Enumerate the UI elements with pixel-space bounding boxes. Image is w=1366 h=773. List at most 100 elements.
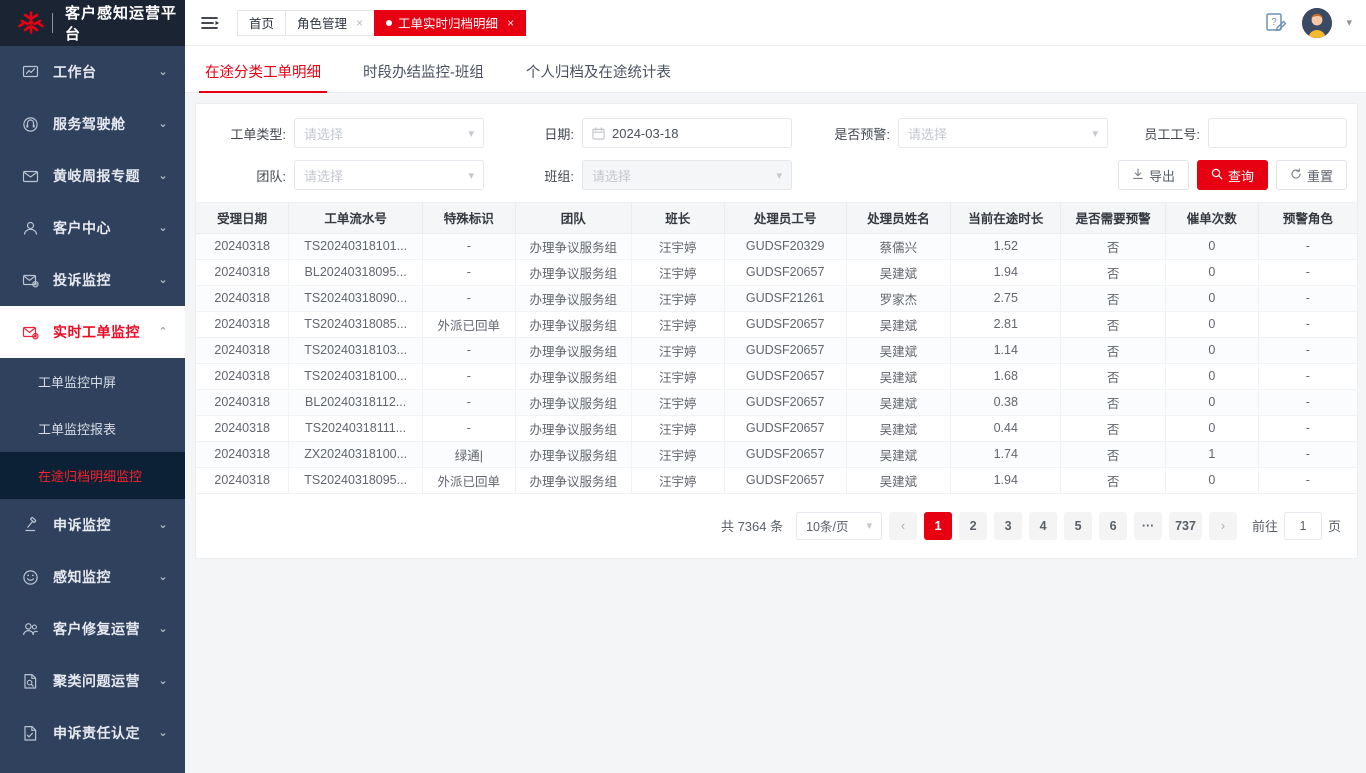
chevron-down-icon: ⌄ bbox=[158, 221, 168, 234]
sidebar-item-2[interactable]: 黄岐周报专题 ⌄ bbox=[0, 150, 185, 202]
date-picker[interactable]: 2024-03-18 bbox=[582, 118, 792, 148]
page-tab-0[interactable]: 在途分类工单明细 bbox=[193, 61, 333, 93]
chevron-down-icon: ⌄ bbox=[158, 65, 168, 78]
page-tab-1[interactable]: 时段办结监控-班组 bbox=[351, 61, 496, 92]
menu-collapse-icon[interactable] bbox=[199, 12, 221, 34]
help-edit-icon[interactable]: ? bbox=[1264, 11, 1288, 35]
table-row[interactable]: 20240318 BL20240318095... - 办理争议服务组 汪宇婷 GUDSF… bbox=[196, 259, 1357, 286]
sidebar-item-3[interactable]: 客户中心 ⌄ bbox=[0, 202, 185, 254]
sidebar-item-10[interactable]: 申诉责任认定 ⌄ bbox=[0, 707, 185, 759]
pagination-page-···[interactable]: ··· bbox=[1134, 511, 1163, 540]
reset-button[interactable]: 重置 bbox=[1275, 160, 1347, 190]
window-tab-0[interactable]: 首页 bbox=[237, 9, 286, 36]
table-cell-1: TS20240318100... bbox=[288, 363, 423, 390]
sidebar-subitem-1[interactable]: 工单监控报表 bbox=[0, 405, 185, 452]
table-row[interactable]: 20240318 TS20240318101... - 办理争议服务组 汪宇婷 GUDSF… bbox=[196, 233, 1357, 260]
table-cell-4: 汪宇婷 bbox=[631, 337, 725, 364]
download-icon bbox=[1132, 167, 1144, 183]
close-icon[interactable]: × bbox=[356, 17, 363, 29]
table-cell-10: - bbox=[1258, 285, 1357, 312]
table-body: 20240318 TS20240318101... - 办理争议服务组 汪宇婷 GUDSF… bbox=[196, 233, 1357, 494]
search-icon bbox=[1211, 168, 1223, 183]
pagination-page-6[interactable]: 6 bbox=[1099, 511, 1128, 540]
table-row[interactable]: 20240318 TS20240318111... - 办理争议服务组 汪宇婷 GUDSF… bbox=[196, 415, 1357, 442]
table-header-cell-3: 团队 bbox=[515, 203, 632, 234]
sidebar-subitem-0[interactable]: 工单监控中屏 bbox=[0, 358, 185, 405]
table-cell-0: 20240318 bbox=[196, 363, 290, 390]
work-order-type-label: 工单类型: bbox=[230, 126, 286, 142]
table-cell-6: 吴建斌 bbox=[846, 311, 952, 338]
table-cell-5: GUDSF20657 bbox=[724, 259, 847, 286]
table-row[interactable]: 20240318 TS20240318100... - 办理争议服务组 汪宇婷 GUDSF… bbox=[196, 363, 1357, 390]
table-cell-3: 办理争议服务组 bbox=[515, 415, 632, 442]
page-size-select[interactable]: 10条/页 ▾ bbox=[796, 511, 883, 540]
sidebar-item-7[interactable]: 感知监控 ⌄ bbox=[0, 551, 185, 603]
pagination-jump: 前往 页 bbox=[1252, 511, 1341, 540]
employee-id-label: 员工工号: bbox=[1144, 126, 1200, 142]
pagination-page-737[interactable]: 737 bbox=[1169, 511, 1202, 540]
table-head: 受理日期 工单流水号 特殊标识 团队 班长 处理员工号 处理员姓名 当前在途时长 是否需要预警催… bbox=[196, 203, 1357, 234]
sidebar-item-5[interactable]: 实时工单监控 ⌃ bbox=[0, 306, 185, 358]
user-avatar[interactable] bbox=[1302, 7, 1333, 38]
table-cell-0: 20240318 bbox=[196, 285, 290, 312]
table-cell-9: 1 bbox=[1165, 441, 1259, 468]
export-button[interactable]: 导出 bbox=[1117, 160, 1189, 190]
pagination-page-5[interactable]: 5 bbox=[1064, 511, 1093, 540]
sidebar-item-1[interactable]: 服务驾驶舱 ⌄ bbox=[0, 98, 185, 150]
sidebar-item-8[interactable]: 客户修复运营 ⌄ bbox=[0, 603, 185, 655]
table-row[interactable]: 20240318 TS20240318103... - 办理争议服务组 汪宇婷 GUDSF… bbox=[196, 337, 1357, 364]
sidebar-item-6[interactable]: 申诉监控 ⌄ bbox=[0, 499, 185, 551]
table-row[interactable]: 20240318 TS20240318090... - 办理争议服务组 汪宇婷 GUDSF… bbox=[196, 285, 1357, 312]
table-cell-4: 汪宇婷 bbox=[631, 415, 725, 442]
file-search-icon bbox=[22, 673, 39, 690]
table-cell-6: 吴建斌 bbox=[846, 467, 952, 494]
brand-header: 客户感知运营平台 bbox=[0, 0, 185, 46]
date-label: 日期: bbox=[544, 126, 574, 142]
pagination-page-2[interactable]: 2 bbox=[959, 511, 988, 540]
user-menu-chevron-down-icon[interactable]: ▾ bbox=[1346, 16, 1352, 29]
sidebar-item-9[interactable]: 聚类问题运营 ⌄ bbox=[0, 655, 185, 707]
window-tab-2[interactable]: 工单实时归档明细 × bbox=[374, 9, 527, 36]
close-icon[interactable]: × bbox=[507, 17, 514, 29]
table-row[interactable]: 20240318 ZX20240318100... 绿通| 办理争议服务组 汪宇婷 GUD… bbox=[196, 441, 1357, 468]
table-header-cell-2: 特殊标识 bbox=[422, 203, 516, 234]
table-row[interactable]: 20240318 TS20240318085... 外派已回单 办理争议服务组 汪宇婷 G… bbox=[196, 311, 1357, 338]
sidebar-item-0[interactable]: 工作台 ⌄ bbox=[0, 46, 185, 98]
employee-id-input[interactable] bbox=[1208, 118, 1347, 148]
table-cell-4: 汪宇婷 bbox=[631, 311, 725, 338]
table-cell-10: - bbox=[1258, 467, 1357, 494]
table-cell-4: 汪宇婷 bbox=[631, 233, 725, 260]
pagination-next-button[interactable]: › bbox=[1208, 511, 1237, 540]
shift-value: 请选择 bbox=[592, 168, 632, 184]
chevron-down-icon: ⌄ bbox=[158, 674, 168, 687]
sidebar-item-4[interactable]: 投诉监控 ⌄ bbox=[0, 254, 185, 306]
window-tab-1[interactable]: 角色管理 × bbox=[285, 9, 375, 36]
table-cell-7: 1.74 bbox=[950, 441, 1062, 468]
table-cell-5: GUDSF20657 bbox=[724, 311, 847, 338]
table-cell-7: 1.94 bbox=[950, 259, 1062, 286]
team-select[interactable]: 请选择 ▾ bbox=[294, 160, 484, 190]
shift-select[interactable]: 请选择 ▾ bbox=[582, 160, 792, 190]
sidebar-item-label: 黄岐周报专题 bbox=[53, 168, 140, 184]
page-tab-2[interactable]: 个人归档及在途统计表 bbox=[514, 61, 683, 92]
chevron-down-icon: ▾ bbox=[866, 520, 873, 532]
smile-clock-icon bbox=[22, 569, 39, 586]
is-warning-select[interactable]: 请选择 ▾ bbox=[898, 118, 1108, 148]
table-cell-2: 绿通| bbox=[422, 441, 516, 468]
jump-page-input[interactable] bbox=[1283, 511, 1322, 540]
sidebar-subitem-2[interactable]: 在途归档明细监控 bbox=[0, 452, 185, 499]
table-row[interactable]: 20240318 BL20240318112... - 办理争议服务组 汪宇婷 GUDSF… bbox=[196, 389, 1357, 416]
pagination-page-3[interactable]: 3 bbox=[994, 511, 1023, 540]
filter-row-1: 工单类型: 请选择 ▾ 日期: 2024-03-18 是否预警: 请选择 ▾ 员… bbox=[206, 118, 1347, 148]
table-cell-5: GUDSF20657 bbox=[724, 441, 847, 468]
pagination-page-4[interactable]: 4 bbox=[1029, 511, 1058, 540]
brand-divider bbox=[52, 13, 53, 33]
table-cell-2: - bbox=[422, 363, 516, 390]
query-button[interactable]: 查询 bbox=[1196, 160, 1268, 190]
pagination-page-1[interactable]: 1 bbox=[924, 511, 953, 540]
work-order-type-select[interactable]: 请选择 ▾ bbox=[294, 118, 484, 148]
table-row[interactable]: 20240318 TS20240318095... 外派已回单 办理争议服务组 汪宇婷 G… bbox=[196, 467, 1357, 494]
pagination-prev-button[interactable]: ‹ bbox=[889, 511, 918, 540]
table-cell-0: 20240318 bbox=[196, 259, 290, 286]
filter-buttons: 导出 查询 重置 bbox=[792, 160, 1347, 190]
